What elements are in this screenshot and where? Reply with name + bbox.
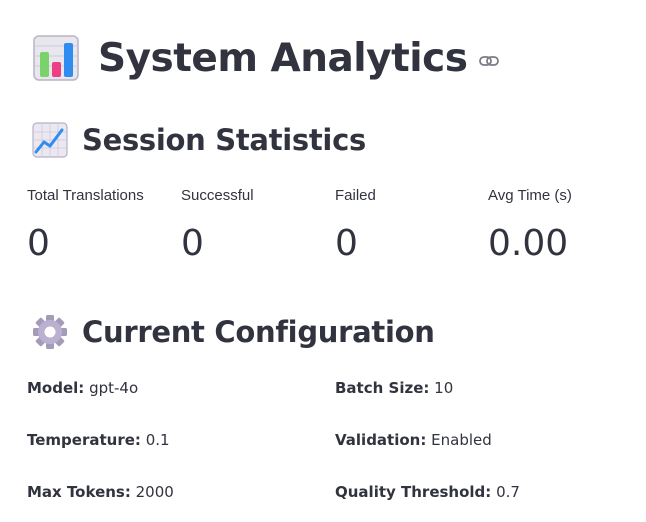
config-temperature: Temperature: 0.1	[27, 430, 170, 450]
config-validation: Validation: Enabled	[335, 430, 492, 450]
gear-icon	[32, 314, 68, 350]
config-key: Validation:	[335, 431, 427, 449]
metric-value: 0	[181, 223, 204, 264]
link-icon[interactable]	[479, 55, 500, 67]
config-value: 0.1	[145, 431, 170, 449]
session-statistics-heading: Session Statistics	[32, 120, 366, 160]
metric-label: Total Translations	[27, 187, 144, 204]
metric-total-translations: Total Translations 0	[27, 186, 144, 262]
config-model: Model: gpt-4o	[27, 378, 138, 398]
metric-avg-time: Avg Time (s) 0.00	[488, 186, 572, 262]
config-batch-size: Batch Size: 10	[335, 378, 453, 398]
config-value: gpt-4o	[89, 379, 139, 397]
config-value: 10	[434, 379, 454, 397]
config-key: Quality Threshold:	[335, 483, 492, 501]
metric-label: Successful	[181, 187, 254, 204]
bar-chart-icon	[32, 34, 80, 82]
config-max-tokens: Max Tokens: 2000	[27, 482, 174, 502]
metric-label: Avg Time (s)	[488, 187, 572, 204]
metric-failed: Failed 0	[335, 186, 376, 262]
page-title: System Analytics	[32, 30, 500, 86]
config-value: 0.7	[496, 483, 520, 501]
config-key: Model:	[27, 379, 85, 397]
config-key: Batch Size:	[335, 379, 430, 397]
config-key: Temperature:	[27, 431, 141, 449]
page-title-text: System Analytics	[98, 35, 468, 81]
current-configuration-heading: Current Configuration	[32, 312, 435, 352]
config-key: Max Tokens:	[27, 483, 131, 501]
current-configuration-title: Current Configuration	[82, 314, 435, 349]
config-value: 2000	[135, 483, 174, 501]
metric-successful: Successful 0	[181, 186, 254, 262]
line-chart-icon	[32, 122, 68, 158]
metric-label: Failed	[335, 187, 376, 204]
metric-value: 0	[335, 223, 358, 264]
metric-value: 0	[27, 223, 50, 264]
session-statistics-title: Session Statistics	[82, 122, 366, 157]
metric-value: 0.00	[488, 223, 569, 264]
config-value: Enabled	[431, 431, 492, 449]
config-quality-threshold: Quality Threshold: 0.7	[335, 482, 520, 502]
